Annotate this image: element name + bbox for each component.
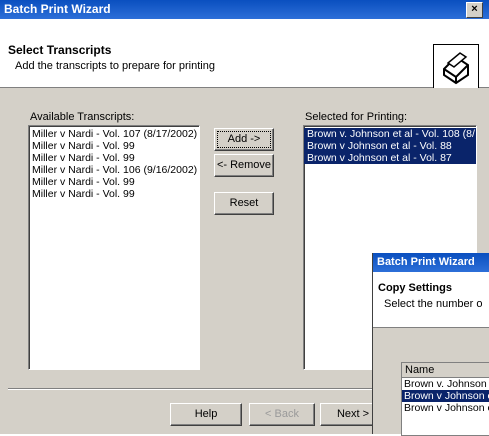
list-item[interactable]: Miller v Nardi - Vol. 107 (8/17/2002) <box>29 128 199 140</box>
list-item[interactable]: Brown v Johnson et al - Vol. 87 <box>304 152 476 164</box>
copy-window-title-bar: Batch Print Wizard <box>373 253 489 272</box>
title-bar: Batch Print Wizard × <box>0 0 489 19</box>
page-subtitle: Add the transcripts to prepare for print… <box>15 60 215 72</box>
list-item[interactable]: Brown v Johnson et al - Vol. 88 <box>304 140 476 152</box>
add-button[interactable]: Add -> <box>214 128 274 151</box>
remove-button[interactable]: <- Remove <box>214 154 274 177</box>
list-item[interactable]: Brown v. Johnson et al - Vol. 108 (8/ <box>304 128 476 140</box>
table-row[interactable]: Brown v Johnson e <box>402 402 489 414</box>
copy-window-title: Batch Print Wizard <box>377 256 475 268</box>
copy-settings-window[interactable]: Batch Print Wizard Copy Settings Select … <box>372 253 489 436</box>
copy-settings-title: Copy Settings <box>378 282 452 294</box>
name-column-header[interactable]: Name <box>402 363 489 378</box>
list-item[interactable]: Miller v Nardi - Vol. 99 <box>29 152 199 164</box>
list-item[interactable]: Miller v Nardi - Vol. 106 (9/16/2002) <box>29 164 199 176</box>
available-list[interactable]: Miller v Nardi - Vol. 107 (8/17/2002) Mi… <box>28 125 200 370</box>
wizard-header: Select Transcripts Add the transcripts t… <box>0 19 489 90</box>
table-row[interactable]: Brown v. Johnson <box>402 378 489 390</box>
back-button[interactable]: < Back <box>249 403 315 426</box>
selected-label: Selected for Printing: <box>305 111 408 123</box>
window-title: Batch Print Wizard <box>4 2 111 16</box>
printer-icon <box>433 44 479 90</box>
available-label: Available Transcripts: <box>30 111 135 123</box>
table-row[interactable]: Brown v Johnson e <box>402 390 489 402</box>
copy-window-header: Copy Settings Select the number o <box>373 272 489 328</box>
copy-list[interactable]: Name Brown v. Johnson Brown v Johnson e … <box>401 362 489 436</box>
list-item[interactable]: Miller v Nardi - Vol. 99 <box>29 188 199 200</box>
close-button[interactable]: × <box>466 2 483 18</box>
list-item[interactable]: Miller v Nardi - Vol. 99 <box>29 140 199 152</box>
list-item[interactable]: Miller v Nardi - Vol. 99 <box>29 176 199 188</box>
copy-settings-subtitle: Select the number o <box>384 298 483 310</box>
page-title: Select Transcripts <box>8 43 112 57</box>
help-button[interactable]: Help <box>170 403 242 426</box>
reset-button[interactable]: Reset <box>214 192 274 215</box>
